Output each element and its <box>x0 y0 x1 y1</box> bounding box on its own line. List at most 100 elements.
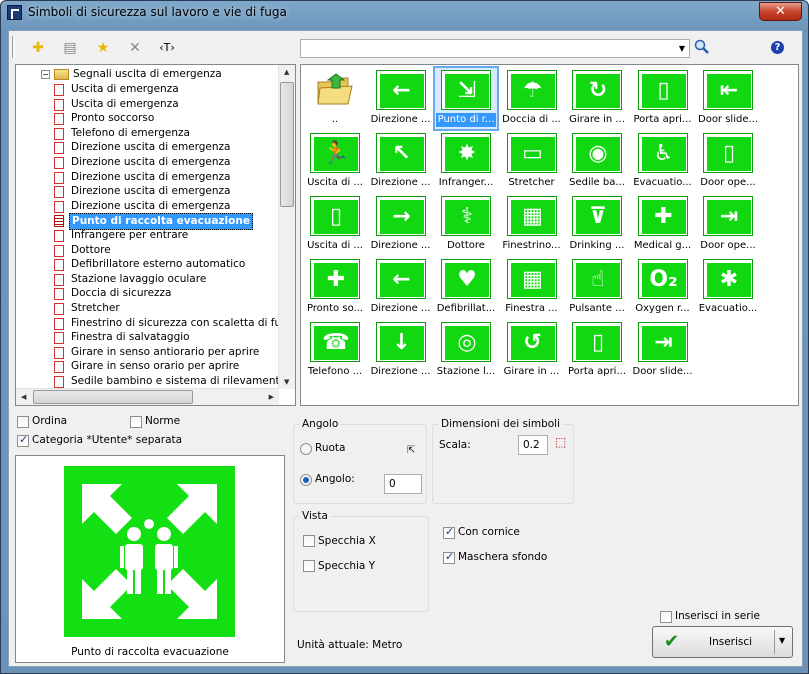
symbol-label: Door ope... <box>700 177 756 188</box>
symbol-label: Direzione ... <box>370 240 431 251</box>
symbol-item[interactable]: ▦ Finestra ... <box>501 257 563 318</box>
angolo-input[interactable]: 0 <box>384 474 422 494</box>
symbol-item[interactable]: ↺ Girare in ... <box>501 320 563 381</box>
symbol-item[interactable]: ← Direzione ... <box>370 257 432 318</box>
collapse-icon[interactable]: − <box>41 70 50 79</box>
search-combo[interactable]: ▼ <box>300 39 690 58</box>
symbol-item[interactable]: ⇥ Door slide... <box>632 320 694 381</box>
tree-folder-label: Segnali uscita di emergenza <box>73 68 222 80</box>
symbol-item[interactable]: → Direzione ... <box>370 194 432 255</box>
scroll-up-icon[interactable]: ▲ <box>284 68 289 76</box>
sign-glyph: ⚕ <box>445 200 489 234</box>
symbol-label: Uscita di ... <box>307 240 363 251</box>
safety-sign-icon: ✱ <box>703 259 753 299</box>
symbol-item[interactable]: 🏃 Uscita di ... <box>304 131 366 192</box>
safety-sign-icon: ♿ <box>637 133 688 173</box>
symbol-item[interactable]: ✚ Pronto so... <box>304 257 366 318</box>
symbol-label: Door slide... <box>632 366 693 377</box>
text-tag-icon[interactable]: ‹T› <box>156 37 178 59</box>
parent-folder-item[interactable]: .. <box>304 68 366 129</box>
symbol-item[interactable]: ⇥ Door ope... <box>697 194 759 255</box>
symbol-item[interactable]: ↻ Girare in ... <box>566 68 628 129</box>
specchia-x-label: Specchia X <box>318 535 376 547</box>
sign-glyph: ☂ <box>510 74 555 108</box>
specchia-x-checkbox[interactable] <box>303 535 315 547</box>
sign-glyph: ♥ <box>445 263 489 297</box>
symbol-item[interactable]: ♥ Defibrillat... <box>435 257 497 318</box>
symbol-item[interactable]: ☝ Pulsante ... <box>566 257 628 318</box>
norme-checkbox[interactable] <box>130 416 142 428</box>
symbol-item[interactable]: ✱ Evacuatio... <box>697 257 759 318</box>
ordina-checkbox[interactable] <box>17 416 29 428</box>
ruota-radio[interactable] <box>300 443 312 455</box>
symbol-page-icon <box>54 376 64 388</box>
symbol-item[interactable]: O₂ Oxygen r... <box>632 257 694 318</box>
tree-horizontal-scrollbar[interactable]: ◀ ▶ <box>16 388 279 405</box>
symbol-item[interactable]: ▯ Porta apri... <box>566 320 628 381</box>
inserisci-serie-checkbox[interactable] <box>660 611 672 623</box>
symbol-label: Defibrillat... <box>436 303 496 314</box>
symbol-item[interactable]: ⚕ Dottore <box>435 194 497 255</box>
symbol-item[interactable]: ⊽ Drinking ... <box>566 194 628 255</box>
title-bar[interactable]: Simboli di sicurezza sul lavoro e vie di… <box>1 1 808 25</box>
angolo-radio[interactable] <box>300 474 312 486</box>
symbol-item[interactable]: ☎ Telefono ... <box>304 320 366 381</box>
add-icon[interactable]: ✚ <box>27 37 49 59</box>
symbol-item[interactable]: ▯ Uscita di ... <box>304 194 366 255</box>
sign-glyph: ☎ <box>314 326 358 360</box>
tree-vertical-scrollbar[interactable]: ▲ ▼ <box>278 65 295 389</box>
symbol-item[interactable]: ◉ Sedile ba... <box>566 131 628 192</box>
symbol-item[interactable]: ⇤ Door slide... <box>697 68 759 129</box>
symbol-item[interactable]: ♿ Evacuatio... <box>632 131 694 192</box>
symbol-item[interactable]: ◎ Stazione l... <box>435 320 497 381</box>
symbol-item[interactable]: ☂ Doccia di ... <box>501 68 563 129</box>
tree-item-label: Direzione uscita di emergenza <box>71 141 231 154</box>
close-button[interactable]: ✕ <box>759 2 802 21</box>
safety-sign-icon: ▯ <box>572 322 622 362</box>
scala-input[interactable]: 0.2 <box>518 435 548 455</box>
app-icon <box>7 5 22 20</box>
scroll-right-icon[interactable]: ▶ <box>269 393 274 401</box>
symbol-item[interactable]: ✸ Infranger... <box>435 131 497 192</box>
specchia-y-checkbox[interactable] <box>303 560 315 572</box>
sign-glyph: ▯ <box>576 326 620 360</box>
sign-glyph: ▯ <box>707 137 751 171</box>
symbol-item[interactable]: ▯ Porta apri... <box>632 68 694 129</box>
list-icon[interactable]: ▤ <box>59 37 81 59</box>
scroll-down-icon[interactable]: ▼ <box>284 378 289 386</box>
inserisci-dropdown-arrow[interactable]: ▼ <box>779 636 785 645</box>
help-icon[interactable]: ? <box>771 41 784 54</box>
con-cornice-checkbox[interactable] <box>443 525 455 539</box>
scroll-thumb-h[interactable] <box>33 390 193 404</box>
symbol-item[interactable]: ↓ Direzione ... <box>370 320 432 381</box>
search-dropdown-arrow[interactable]: ▼ <box>675 40 689 57</box>
sign-glyph: ◉ <box>576 137 620 171</box>
folder-icon <box>54 69 69 80</box>
category-tree[interactable]: − Segnali uscita di emergenza Uscita di … <box>15 64 296 406</box>
symbol-label: Infranger... <box>438 177 494 188</box>
scroll-thumb[interactable] <box>280 82 294 207</box>
symbol-item[interactable]: ⇲ Punto di r... <box>433 66 499 131</box>
maschera-checkbox[interactable] <box>443 550 455 564</box>
sign-glyph: 🏃 <box>314 137 358 171</box>
sign-glyph: ⇤ <box>707 74 751 108</box>
safety-sign-icon: ↻ <box>572 70 622 110</box>
symbol-item[interactable]: ▯ Door ope... <box>697 131 759 192</box>
search-icon[interactable] <box>694 39 710 55</box>
inserisci-button[interactable]: ✔ Inserisci ▼ <box>652 626 793 658</box>
symbol-label: Finestra ... <box>505 303 558 314</box>
symbol-item[interactable]: ▦ Finestrino... <box>501 194 563 255</box>
symbol-item[interactable]: ✚ Medical g... <box>632 194 694 255</box>
symbol-item[interactable]: ← Direzione ... <box>370 68 432 129</box>
button-divider <box>774 630 775 654</box>
pick-scale-icon[interactable]: ⬚ <box>555 435 566 449</box>
scroll-left-icon[interactable]: ◀ <box>21 393 26 401</box>
categoria-checkbox[interactable] <box>17 433 29 447</box>
symbol-label: Oxygen r... <box>635 303 690 314</box>
sign-glyph: O₂ <box>641 263 686 297</box>
favorite-star-icon[interactable]: ★ <box>92 37 114 59</box>
dialog-window: Simboli di sicurezza sul lavoro e vie di… <box>0 0 809 674</box>
symbol-item[interactable]: ↖ Direzione ... <box>370 131 432 192</box>
symbol-item[interactable]: ▭ Stretcher <box>501 131 563 192</box>
delete-icon[interactable]: ✕ <box>124 37 146 59</box>
